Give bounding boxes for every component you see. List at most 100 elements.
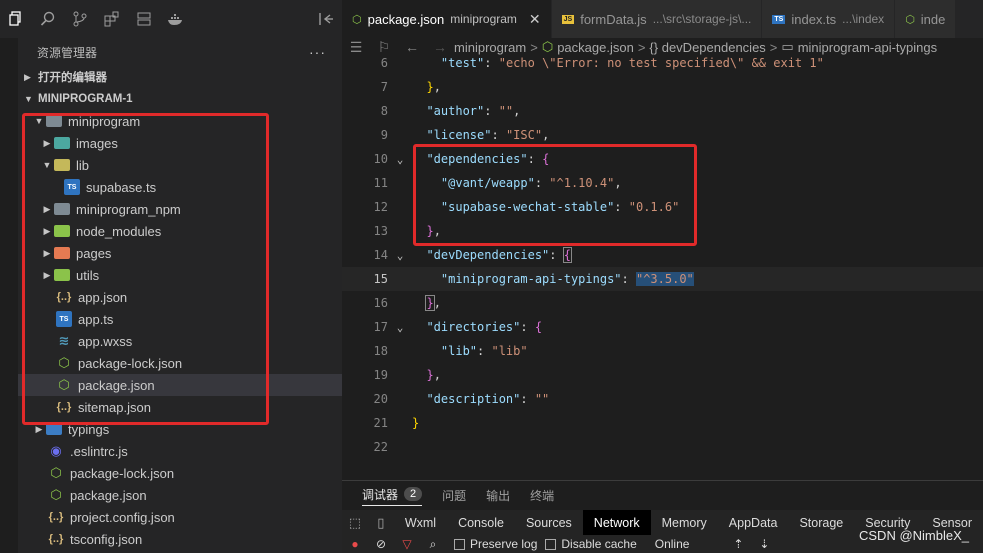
breadcrumb-item[interactable]: package.json [557,40,634,55]
tab-sources[interactable]: Sources [515,510,583,535]
search-icon[interactable]: ⌕ [420,537,446,552]
tab-package-json[interactable]: ⬡ package.json miniprogram ✕ [342,0,552,38]
tree-item-lib[interactable]: ▼ lib [18,154,342,176]
download-icon[interactable]: ⇣ [751,537,777,551]
disable-cache-checkbox[interactable] [545,538,557,550]
breadcrumb: ☰ ⚐ ← → miniprogram > ⬡ package.json > {… [342,38,983,56]
json-icon: {..} [48,533,64,545]
tree-item-app-json[interactable]: {..} app.json [18,286,342,308]
collapse-icon[interactable] [310,0,342,38]
tab-formdata-js[interactable]: JS formData.js ...\src\storage-js\... [551,0,763,38]
left-gutter [0,38,18,553]
node-icon: ⬡ [58,377,70,392]
tab-output[interactable]: 输出 [486,487,510,504]
json-icon: {..} [56,401,72,413]
preserve-log-checkbox[interactable] [454,538,465,550]
tab-appdata[interactable]: AppData [718,510,789,535]
tree-item-label: package-lock.json [78,355,183,371]
upload-icon[interactable]: ⇡ [725,537,751,551]
line-number: 22 [373,440,388,454]
tree-item-package-json[interactable]: ⬡ package.json [18,374,342,396]
device-toggle-icon[interactable]: ▯ [368,515,394,531]
json-value: "" [498,104,514,118]
tree-item-label: utils [76,267,100,283]
tree-item-typings[interactable]: ▶ typings [18,418,342,440]
open-editors-section[interactable]: ▶ 打开的编辑器 [18,66,342,88]
clear-icon[interactable]: ⊘ [368,537,394,551]
search-icon[interactable] [32,0,64,38]
tab-console[interactable]: Console [447,510,515,535]
breadcrumb-item[interactable]: miniprogram [454,40,526,55]
ts-icon: TS [64,179,80,195]
tab-memory[interactable]: Memory [651,510,718,535]
chevron-right-icon: ▶ [43,269,51,280]
list-icon[interactable]: ☰ [342,39,370,56]
tree-item-label: sitemap.json [78,399,151,415]
tab-index-overflow[interactable]: ⬡ inde [895,0,957,38]
stack-icon[interactable] [128,0,160,38]
tree-item-package-lock-json[interactable]: ⬡ package-lock.json [18,352,342,374]
code-line: 14 ⌄ "devDependencies": { [342,243,983,267]
folder-ts-icon [46,423,62,435]
project-section[interactable]: ▼ MINIPROGRAM-1 [18,88,342,110]
forward-icon[interactable]: → [426,39,454,55]
record-icon[interactable]: ● [342,537,368,551]
throttle-select[interactable]: Online [649,537,696,551]
tab-problems[interactable]: 问题 [442,487,466,504]
tab-wxml[interactable]: Wxml [394,510,447,535]
extensions-icon[interactable] [96,0,128,38]
close-icon[interactable]: ✕ [529,11,541,28]
json-key: "description" [426,392,521,406]
tab-debugger[interactable]: 调试器 2 [362,486,423,506]
code-line: 13 }, [342,219,983,243]
tree-item-miniprogram[interactable]: ▼ miniprogram [18,110,342,132]
tree-item-node-modules[interactable]: ▶ node_modules [18,220,342,242]
line-number: 9 [380,128,388,142]
bookmark-icon[interactable]: ⚐ [370,39,398,56]
tree-item-app-ts[interactable]: TS app.ts [18,308,342,330]
tree-item-app-wxss[interactable]: ≋ app.wxss [18,330,342,352]
tree-item-label: node_modules [76,223,162,239]
tab-terminal[interactable]: 终端 [530,487,554,504]
tab-index-ts[interactable]: TS index.ts ...\index [762,0,896,38]
fold-chevron-icon[interactable]: ⌄ [388,249,412,262]
tree-item-sitemap-json[interactable]: {..} sitemap.json [18,396,342,418]
tree-item-tsconfig-json[interactable]: {..} tsconfig.json [18,528,342,550]
code-line: 18 "lib": "lib" [342,339,983,363]
tab-network[interactable]: Network [582,510,651,535]
ts-icon: TS [56,311,72,327]
code-line: 16 }, [342,291,983,315]
tree-item-images[interactable]: ▶ images [18,132,342,154]
tab-storage[interactable]: Storage [788,510,854,535]
tree-item-root-package-lock-json[interactable]: ⬡ package-lock.json [18,462,342,484]
inspect-element-icon[interactable]: ⬚ [342,515,368,531]
chevron-down-icon: ▼ [24,94,33,104]
code-editor[interactable]: 6 "test": "echo \"Error: no test specifi… [342,56,983,478]
folder-node-icon [54,225,70,237]
back-icon[interactable]: ← [398,39,426,55]
disable-cache-label: Disable cache [561,537,637,551]
tree-item-label: pages [76,245,112,261]
tree-item-pages[interactable]: ▶ pages [18,242,342,264]
docker-icon[interactable] [160,0,192,38]
tab-label: index.ts [791,11,837,27]
tree-item-eslintrc[interactable]: ◉ .eslintrc.js [18,440,342,462]
fold-chevron-icon[interactable]: ⌄ [388,153,412,166]
tree-item-utils[interactable]: ▶ utils [18,264,342,286]
panel-tabs: 调试器 2 问题 输出 终端 [342,480,983,510]
tree-item-root-package-json[interactable]: ⬡ package.json [18,484,342,506]
tree-item-project-config-json[interactable]: {..} project.config.json [18,506,342,528]
more-actions-icon[interactable]: ··· [309,44,326,60]
tree-item-supabase-ts[interactable]: TS supabase.ts [18,176,342,198]
tree-item-miniprogram-npm[interactable]: ▶ miniprogram_npm [18,198,342,220]
breadcrumb-item[interactable]: miniprogram-api-typings [798,40,937,55]
explorer-icon[interactable] [0,0,32,38]
js-icon: JS [561,14,575,24]
fold-chevron-icon[interactable]: ⌄ [388,321,412,334]
json-value: "^3.5.0" [635,272,694,286]
source-control-icon[interactable] [64,0,96,38]
filter-icon[interactable]: ▽ [394,537,420,551]
chevron-right-icon: ▶ [43,225,51,236]
tab-label: 调试器 [362,487,399,502]
breadcrumb-item[interactable]: {} devDependencies [649,40,765,55]
